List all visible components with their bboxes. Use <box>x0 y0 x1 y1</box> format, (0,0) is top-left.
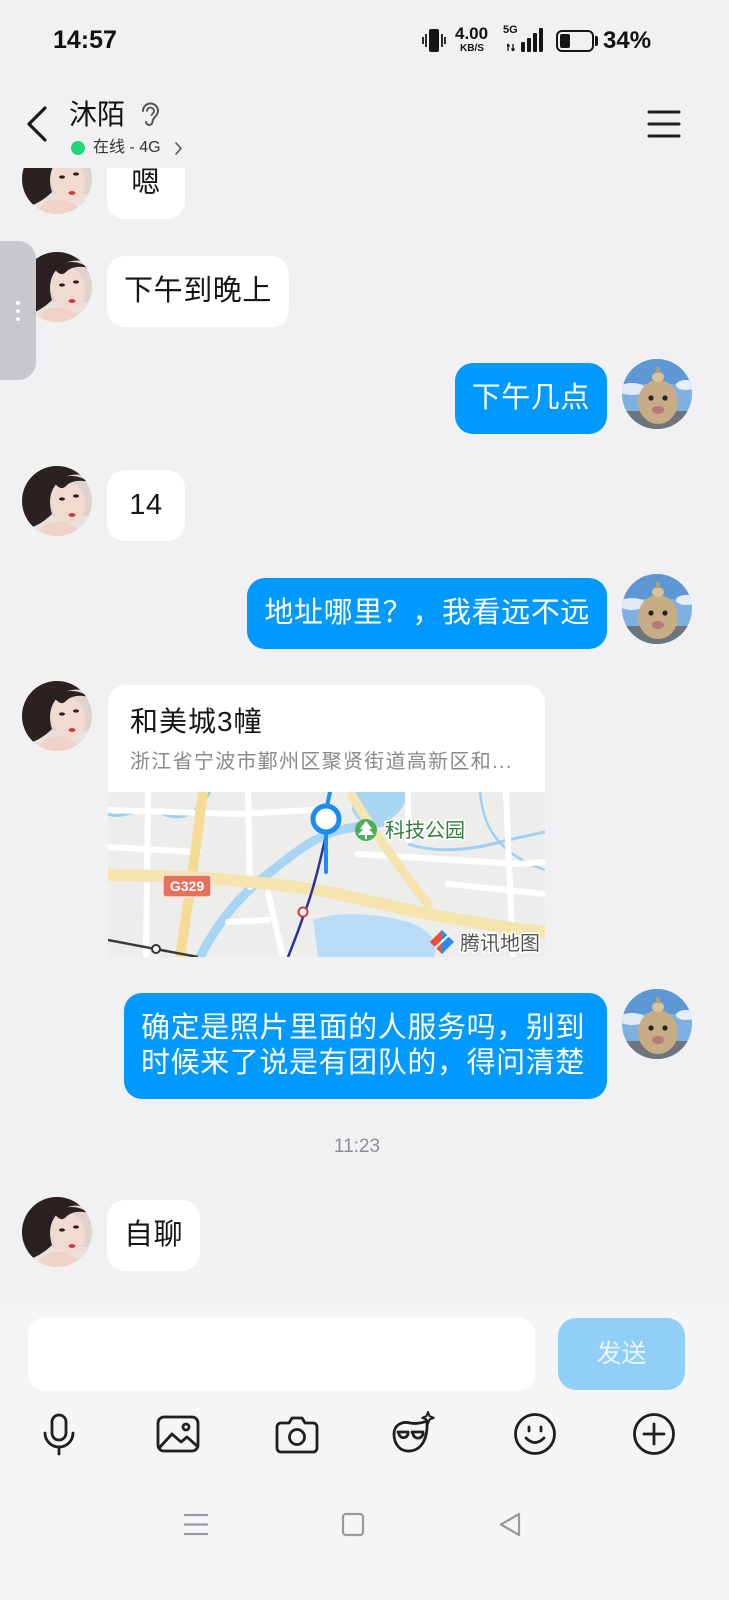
map-provider-label: 腾讯地图 <box>460 932 540 955</box>
signal-icon <box>507 28 543 52</box>
back-icon[interactable] <box>497 1512 523 1537</box>
time-divider: 11:23 <box>333 1136 381 1157</box>
camera-icon[interactable] <box>273 1410 321 1458</box>
side-drawer-handle[interactable] <box>0 241 36 380</box>
map-location-marker <box>310 803 342 835</box>
contact-name[interactable]: 沐陌 <box>69 96 125 134</box>
ear-icon <box>142 102 160 126</box>
message-bubble[interactable]: 确定是照片里面的人服务吗，别到 时候来了说是有团队的，得问清楚 <box>123 993 607 1099</box>
contact-status-row[interactable]: 在线 - 4G <box>68 135 190 161</box>
message-bubble[interactable]: 14 <box>107 470 185 541</box>
map-poi-label: 科技公园 <box>385 819 465 842</box>
message-line: 确定是照片里面的人服务吗，别到 <box>140 1012 585 1044</box>
message-bubble[interactable]: 下午到晚上 <box>107 256 290 327</box>
recents-icon[interactable] <box>183 1512 209 1537</box>
top-bar: 14:57 4.00 KB/S 5G 34% 沐陌 在线 - 4G <box>0 0 729 168</box>
chat-screen: 14:57 4.00 KB/S 5G 34% 沐陌 在线 - 4G 嗯 下午到晚… <box>0 0 729 1600</box>
home-icon[interactable] <box>340 1512 366 1537</box>
battery-percent: 34% <box>603 27 652 54</box>
message-line: 时候来了说是有团队的，得问清楚 <box>140 1047 585 1079</box>
my-avatar[interactable] <box>622 989 692 1059</box>
network-speed-value: 4.00 <box>455 24 489 43</box>
message-bubble[interactable]: 自聊 <box>107 1200 201 1271</box>
handle-dot <box>16 317 20 321</box>
map-poi-icon <box>355 819 377 841</box>
emoji-icon[interactable] <box>511 1410 559 1458</box>
online-dot <box>71 141 85 155</box>
image-icon[interactable] <box>154 1410 202 1458</box>
map-metro-station <box>297 906 309 918</box>
contact-avatar[interactable] <box>22 466 92 536</box>
contact-avatar[interactable] <box>22 1197 92 1267</box>
fun-effects-icon[interactable] <box>389 1410 437 1458</box>
contact-avatar[interactable] <box>22 681 92 751</box>
network-speed-unit: KB/S <box>460 43 484 54</box>
status-time: 14:57 <box>53 26 117 54</box>
my-avatar[interactable] <box>622 359 692 429</box>
vibrate-icon <box>422 29 446 52</box>
menu-icon[interactable] <box>647 109 681 139</box>
my-avatar[interactable] <box>622 574 692 644</box>
map-road-label: G329 <box>170 878 204 894</box>
battery-level <box>560 34 570 48</box>
back-chevron-icon[interactable] <box>24 104 50 144</box>
mic-icon[interactable] <box>35 1410 83 1458</box>
contact-status: 在线 - 4G <box>93 139 161 156</box>
message-bubble[interactable]: 下午几点 <box>454 363 607 434</box>
map-road-shield: G329 <box>162 874 212 898</box>
message-input[interactable] <box>28 1317 535 1391</box>
location-address: 浙江省宁波市鄞州区聚贤街道高新区和... <box>130 751 513 773</box>
handle-dot <box>16 309 20 313</box>
battery-cap <box>595 36 598 46</box>
send-button[interactable]: 发送 <box>558 1318 685 1390</box>
message-bubble[interactable]: 地址哪里？，我看远不远 <box>247 578 607 649</box>
map-preview: 科技公园 G329 腾讯地图 <box>108 792 545 957</box>
chevron-right-icon <box>175 142 182 155</box>
handle-dot <box>16 301 20 305</box>
plus-icon[interactable] <box>630 1410 678 1458</box>
battery-icon <box>556 30 594 52</box>
location-card[interactable]: 和美城3幢 浙江省宁波市鄞州区聚贤街道高新区和... 科技公园 G329 腾讯地… <box>108 685 545 957</box>
location-title: 和美城3幢 <box>130 706 263 737</box>
